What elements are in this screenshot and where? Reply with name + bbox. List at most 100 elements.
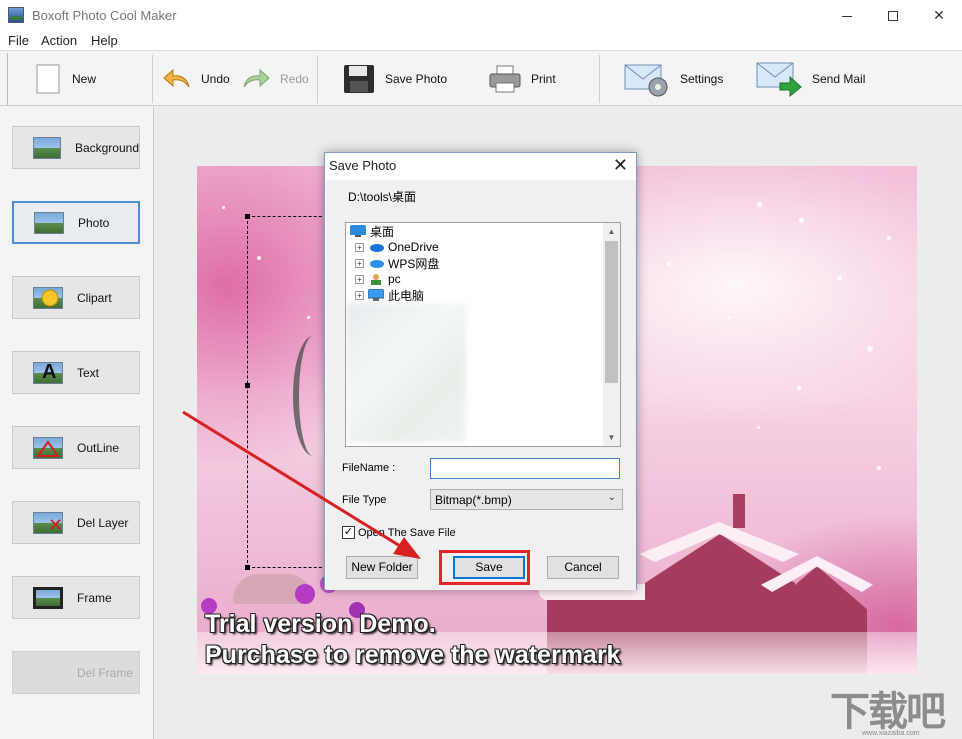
print-button[interactable]: Print	[489, 57, 556, 101]
sidebar-background-button[interactable]: Background	[12, 126, 140, 169]
watermark-line-2: Purchase to remove the watermark	[205, 641, 621, 669]
expand-icon[interactable]: +	[355, 274, 364, 284]
new-folder-button[interactable]: New Folder	[346, 556, 418, 579]
chevron-down-icon: ⌄	[607, 492, 616, 503]
expand-icon[interactable]: +	[355, 258, 364, 268]
tree-scrollbar[interactable]: ▲ ▼	[603, 223, 620, 446]
undo-label: Undo	[201, 72, 230, 86]
tree-item-onedrive[interactable]: + OneDrive	[355, 239, 439, 255]
close-button[interactable]: ✕	[916, 0, 962, 30]
undo-button[interactable]: Undo	[163, 57, 230, 101]
photo-selection-rectangle[interactable]	[247, 216, 327, 568]
sidebar-label: Del Frame	[77, 665, 134, 680]
tree-item-desktop[interactable]: 桌面	[350, 223, 394, 239]
highlight-box	[439, 550, 530, 585]
computer-icon	[368, 289, 384, 301]
tree-item-label: OneDrive	[388, 240, 439, 254]
send-mail-label: Send Mail	[812, 72, 866, 86]
folder-tree[interactable]: 桌面 + OneDrive + WPS网盘 + pc + 此电脑 ▲ ▼	[345, 222, 621, 447]
sidebar-label: Background	[74, 140, 139, 155]
cancel-button[interactable]: Cancel	[547, 556, 619, 579]
dialog-title: Save Photo	[329, 158, 397, 173]
sidebar-label: Photo	[78, 215, 110, 230]
tree-item-label: pc	[388, 272, 401, 286]
app-icon	[8, 7, 24, 23]
settings-label: Settings	[680, 72, 724, 86]
current-path: D:\tools\桌面	[348, 190, 417, 204]
filetype-value: Bitmap(*.bmp)	[435, 493, 512, 507]
sidebar-label: Frame	[77, 590, 112, 605]
toolbar-grip	[7, 53, 8, 105]
menu-help[interactable]: Help	[91, 33, 118, 48]
menu-file[interactable]: File	[8, 33, 29, 48]
sidebar-photo-button[interactable]: Photo	[12, 201, 140, 244]
redo-label: Redo	[280, 72, 309, 86]
send-mail-button[interactable]: Send Mail	[756, 57, 865, 101]
scroll-thumb[interactable]	[605, 241, 618, 383]
new-button[interactable]: New	[36, 57, 96, 101]
expand-icon[interactable]: +	[355, 290, 364, 300]
undo-arrow-icon	[163, 68, 190, 88]
tree-item-label: 桌面	[370, 224, 395, 239]
sidebar-clipart-button[interactable]: Clipart	[12, 276, 140, 319]
minimize-button[interactable]	[824, 0, 870, 30]
site-url: www.xiazaiba.com	[862, 730, 920, 737]
maximize-button[interactable]	[870, 0, 916, 30]
left-sidebar: Background Photo Clipart A Text OutLine …	[0, 107, 154, 739]
tree-item-label: WPS网盘	[388, 256, 440, 271]
user-icon	[371, 274, 381, 285]
resize-handle[interactable]	[245, 383, 250, 388]
print-label: Print	[531, 72, 556, 86]
dialog-close-button[interactable]: ✕	[613, 155, 628, 176]
delete-layer-icon: ✕	[33, 511, 63, 535]
resize-handle[interactable]	[245, 565, 250, 570]
sidebar-frame-button[interactable]: Frame	[12, 576, 140, 619]
printer-icon	[489, 65, 521, 93]
sidebar-del-layer-button[interactable]: ✕ Del Layer	[12, 501, 140, 544]
save-photo-dialog: Save Photo ✕ D:\tools\桌面 桌面 + OneDrive +…	[324, 152, 637, 590]
menu-action[interactable]: Action	[41, 33, 77, 48]
site-logo: 下载吧	[830, 689, 946, 735]
cloud-icon	[370, 244, 384, 252]
expand-icon[interactable]: +	[355, 242, 364, 252]
redo-arrow-icon	[243, 68, 270, 88]
redo-button[interactable]: Redo	[242, 57, 309, 101]
tree-item-wps[interactable]: + WPS网盘	[355, 255, 439, 271]
filename-label: FileName :	[342, 462, 396, 474]
blurred-area	[346, 303, 466, 443]
frame-image-icon	[33, 586, 63, 609]
new-document-icon	[36, 64, 60, 94]
sidebar-del-frame-button[interactable]: Del Frame	[12, 651, 140, 694]
filetype-select[interactable]: Bitmap(*.bmp) ⌄	[430, 489, 623, 510]
save-photo-label: Save Photo	[385, 72, 448, 86]
scroll-up-icon[interactable]: ▲	[603, 223, 620, 240]
outline-image-icon	[33, 436, 63, 459]
maximize-icon	[888, 11, 898, 22]
sidebar-label: Text	[77, 365, 100, 380]
resize-handle[interactable]	[245, 214, 250, 219]
new-label: New	[72, 72, 97, 86]
settings-button[interactable]: Settings	[624, 57, 723, 101]
scroll-down-icon[interactable]: ▼	[603, 429, 620, 446]
text-letter-icon: A	[33, 361, 63, 384]
sidebar-text-button[interactable]: A Text	[12, 351, 140, 394]
toolbar-separator	[152, 55, 153, 103]
filetype-label: File Type	[342, 494, 387, 506]
menu-bar: File Action Help	[0, 30, 962, 50]
tree-item-pc-user[interactable]: + pc	[355, 271, 401, 287]
sidebar-label: Clipart	[77, 290, 112, 305]
minimize-icon	[842, 15, 852, 17]
tree-item-label: 此电脑	[388, 288, 425, 303]
photo-image-icon	[34, 211, 64, 234]
open-save-file-checkbox[interactable]: ✓	[342, 526, 355, 539]
settings-envelope-gear-icon	[624, 64, 668, 97]
open-save-file-label: Open The Save File	[358, 527, 456, 539]
landscape-image-icon	[33, 136, 61, 159]
filename-input[interactable]	[430, 458, 620, 479]
send-mail-envelope-icon	[756, 62, 802, 97]
save-photo-button[interactable]: Save Photo	[343, 57, 447, 101]
sidebar-label: Del Layer	[77, 515, 129, 530]
sidebar-outline-button[interactable]: OutLine	[12, 426, 140, 469]
tree-item-this-pc[interactable]: + 此电脑	[355, 287, 424, 303]
watermark-line-1: Trial version Demo.	[205, 610, 436, 638]
